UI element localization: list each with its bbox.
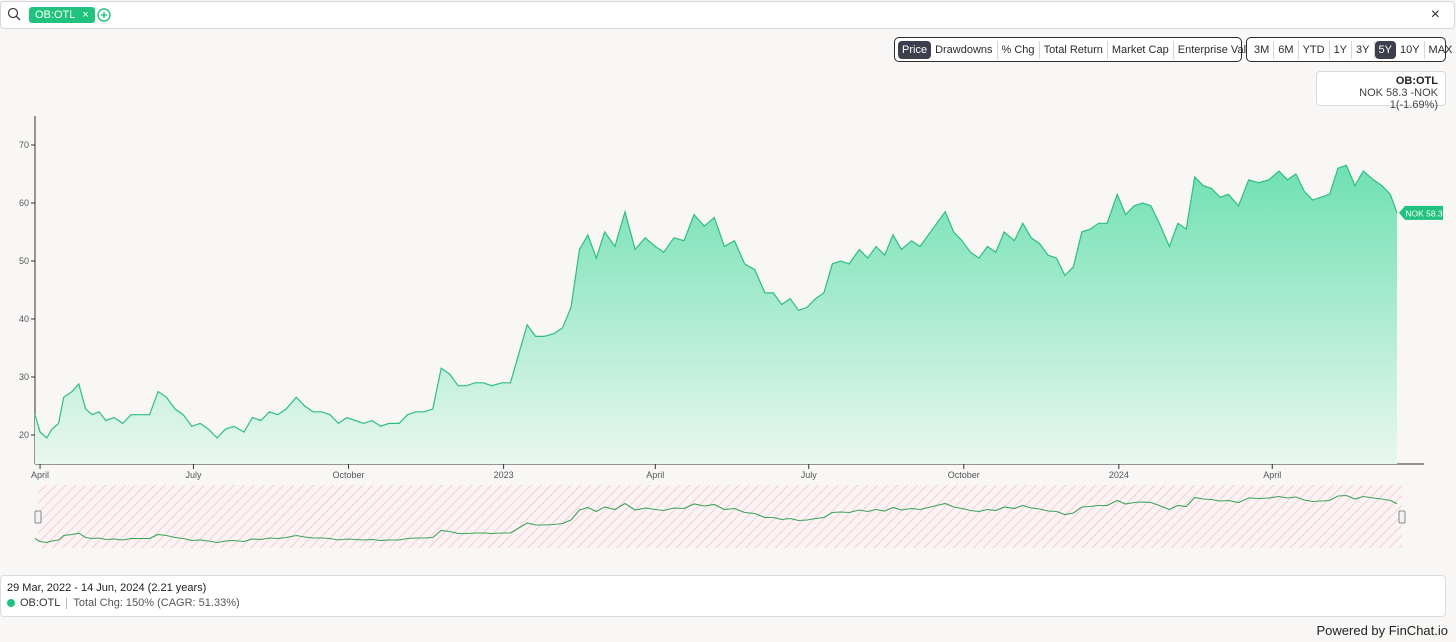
series-color-dot	[7, 599, 15, 607]
range-toolbar: 3M 6M YTD 1Y 3Y 5Y 10Y MAX	[1246, 37, 1452, 62]
navigator-handle-left[interactable]	[34, 510, 42, 524]
y-tick-label: 30	[19, 372, 29, 382]
range-5y-button[interactable]: 5Y	[1374, 40, 1396, 59]
range-10y-button[interactable]: 10Y	[1396, 40, 1425, 59]
x-tick-label: April	[646, 470, 664, 480]
x-tick-label: July	[185, 470, 202, 480]
metric-total-return-button[interactable]: Total Return	[1040, 40, 1108, 59]
x-tick-label: 2023	[494, 470, 514, 480]
tooltip-ticker: OB:OTL	[1395, 75, 1438, 87]
range-6m-button[interactable]: 6M	[1274, 40, 1299, 59]
price-chart[interactable]: 20 30 40 50 60 70 April July October 2023 April Jul…	[0, 105, 1456, 555]
metric-market-cap-button[interactable]: Market Cap	[1108, 40, 1174, 59]
divider	[66, 597, 68, 609]
powered-by-label: Powered by FinChat.io	[1316, 623, 1448, 638]
price-tooltip: OB:OTL NOK 58.3 -NOK 1(-1.69%)	[1316, 71, 1446, 111]
last-price-label: NOK 58.3	[1405, 208, 1443, 218]
y-tick-label: 50	[19, 256, 29, 266]
last-price-marker: NOK 58.3	[1399, 205, 1443, 220]
range-3m-button[interactable]: 3M	[1250, 40, 1275, 59]
add-ticker-icon[interactable]	[97, 8, 111, 22]
search-bar[interactable]: OB:OTL × ×	[0, 1, 1455, 29]
y-tick-label: 60	[19, 198, 29, 208]
x-tick-label: October	[333, 470, 365, 480]
remove-ticker-icon[interactable]: ×	[82, 7, 88, 23]
close-icon[interactable]: ×	[1431, 7, 1440, 23]
ticker-chip-label: OB:OTL	[35, 9, 76, 21]
date-range-label: 29 Mar, 2022 - 14 Jun, 2024 (2.21 years)	[7, 582, 207, 594]
navigator-background	[38, 485, 1402, 548]
summary-panel: 29 Mar, 2022 - 14 Jun, 2024 (2.21 years)…	[0, 575, 1446, 617]
y-tick-label: 20	[19, 430, 29, 440]
metric-price-button[interactable]: Price	[898, 40, 932, 59]
series-ticker-label: OB:OTL	[20, 597, 61, 609]
ticker-chip[interactable]: OB:OTL ×	[29, 7, 95, 23]
navigator-handle-right[interactable]	[1398, 510, 1406, 524]
x-tick-label: April	[1263, 470, 1281, 480]
metric-drawdowns-button[interactable]: Drawdowns	[931, 40, 998, 59]
range-1y-button[interactable]: 1Y	[1330, 40, 1353, 59]
metric-toolbar: Price Drawdowns % Chg Total Return Marke…	[894, 37, 1258, 62]
range-3y-button[interactable]: 3Y	[1352, 40, 1375, 59]
x-tick-label: 2024	[1109, 470, 1129, 480]
y-tick-label: 40	[19, 314, 29, 324]
total-change-label: Total Chg: 150% (CAGR: 51.33%)	[73, 597, 240, 609]
x-tick-label: April	[31, 470, 49, 480]
x-tick-label: July	[801, 470, 818, 480]
metric-pct-change-button[interactable]: % Chg	[998, 40, 1040, 59]
x-tick-label: October	[948, 470, 980, 480]
search-icon[interactable]	[7, 7, 21, 21]
range-max-button[interactable]: MAX	[1425, 41, 1456, 59]
y-tick-label: 70	[19, 140, 29, 150]
series-area	[35, 165, 1397, 465]
range-ytd-button[interactable]: YTD	[1299, 40, 1330, 59]
